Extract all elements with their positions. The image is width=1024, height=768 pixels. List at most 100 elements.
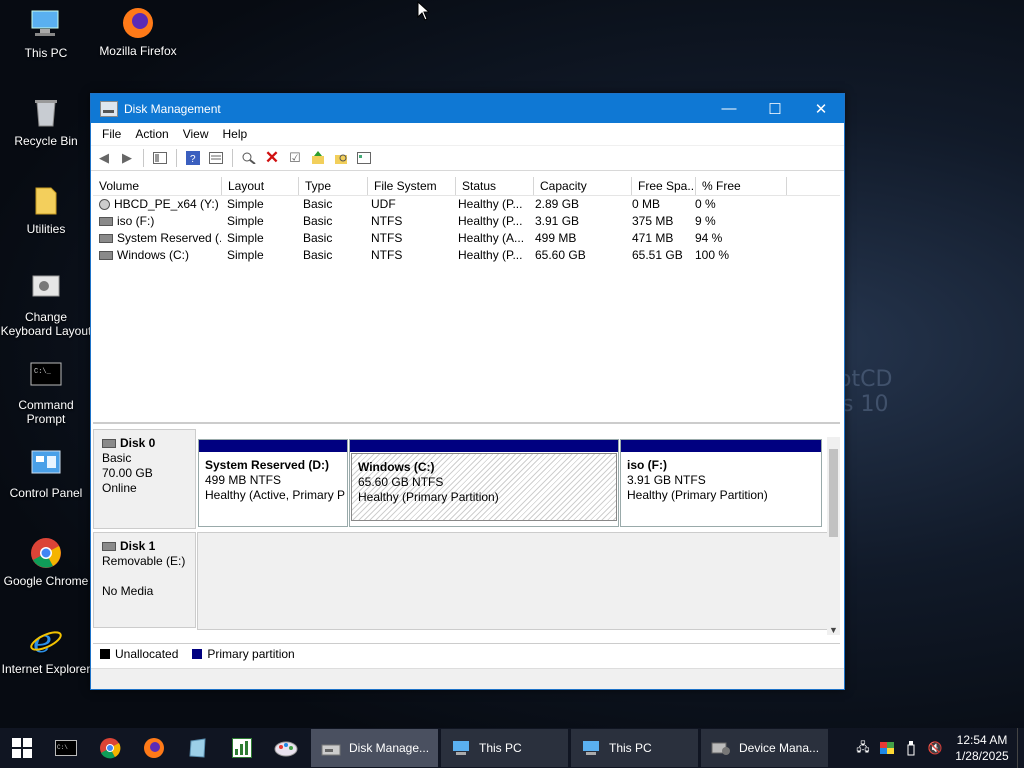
vertical-scrollbar[interactable]: ▼ xyxy=(827,437,840,635)
desktop-icon-label: Change Keyboard Layout xyxy=(0,310,92,338)
taskbar-window-this-pc-2[interactable]: This PC xyxy=(571,729,698,767)
document-icon xyxy=(189,738,206,758)
search-folder-icon[interactable] xyxy=(332,149,350,167)
forward-arrow-icon[interactable]: ▶ xyxy=(118,149,136,167)
taskbar-paint-app[interactable] xyxy=(264,728,308,768)
cell-type: Basic xyxy=(303,248,333,262)
table-row[interactable]: Windows (C:) Simple Basic NTFS Healthy (… xyxy=(93,247,840,264)
close-button[interactable]: ✕ xyxy=(798,94,844,123)
partition-name: iso (F:) xyxy=(627,458,667,472)
column-header-type[interactable]: Type xyxy=(299,177,368,195)
maximize-button[interactable]: ☐ xyxy=(752,94,798,123)
cell-layout: Simple xyxy=(227,214,264,228)
taskbar-chrome[interactable] xyxy=(88,728,132,768)
color-icon[interactable] xyxy=(875,742,899,754)
partition-iso[interactable]: iso (F:) 3.91 GB NTFS Healthy (Primary P… xyxy=(620,439,822,527)
desktop-icon-command-prompt[interactable]: C:\_ Command Prompt xyxy=(0,360,92,426)
delete-icon[interactable]: ✕ xyxy=(263,148,281,167)
computer-icon xyxy=(451,740,471,756)
firefox-icon xyxy=(121,6,155,40)
taskbar-command-prompt[interactable]: C:\ xyxy=(44,728,88,768)
internet-explorer-icon: e xyxy=(29,622,63,660)
back-arrow-icon[interactable]: ◀ xyxy=(95,149,113,167)
table-row[interactable]: HBCD_PE_x64 (Y:) Simple Basic UDF Health… xyxy=(93,196,840,213)
table-row[interactable]: System Reserved (... Simple Basic NTFS H… xyxy=(93,230,840,247)
minimize-button[interactable]: — xyxy=(706,94,752,123)
taskbar-explorer-pinned[interactable] xyxy=(176,728,220,768)
menu-help[interactable]: Help xyxy=(216,127,255,141)
desktop-icon-control-panel[interactable]: Control Panel xyxy=(0,448,92,500)
firefox-icon xyxy=(144,738,164,758)
desktop-icon-change-keyboard-layout[interactable]: Change Keyboard Layout xyxy=(0,272,92,338)
disk-management-app-icon xyxy=(100,100,118,117)
taskbar-window-disk-management[interactable]: Disk Manage... xyxy=(311,729,438,767)
properties-icon[interactable] xyxy=(355,149,373,167)
column-header-volume[interactable]: Volume xyxy=(93,177,222,195)
title-bar[interactable]: Disk Management — ☐ ✕ xyxy=(91,94,844,123)
check-icon[interactable]: ☑ xyxy=(286,149,304,167)
column-header-status[interactable]: Status xyxy=(456,177,534,195)
desktop-icon-internet-explorer[interactable]: e Internet Explorer xyxy=(0,622,92,676)
primary-partition-bar xyxy=(199,440,347,452)
volume-name: Windows (C:) xyxy=(117,248,190,262)
network-icon[interactable]: 🖧 xyxy=(851,738,875,759)
scrollbar-thumb[interactable] xyxy=(829,449,838,537)
column-header-file-system[interactable]: File System xyxy=(368,177,456,195)
disk-1-label[interactable]: Disk 1 Removable (E:) No Media xyxy=(93,532,196,628)
start-button[interactable] xyxy=(0,728,44,768)
partition-size: 65.60 GB NTFS xyxy=(358,475,444,489)
column-header-free-space[interactable]: Free Spa... xyxy=(632,177,696,195)
unallocated-swatch xyxy=(100,649,110,659)
legend-unallocated: Unallocated xyxy=(115,647,179,661)
menu-view[interactable]: View xyxy=(176,127,216,141)
desktop-icon-label: Recycle Bin xyxy=(14,134,78,148)
desktop-icon-recycle-bin[interactable]: Recycle Bin xyxy=(0,96,92,148)
desktop-icon-utilities[interactable]: Utilities xyxy=(0,184,92,236)
menu-file[interactable]: File xyxy=(95,127,128,141)
partition-windows[interactable]: Windows (C:) 65.60 GB NTFS Healthy (Prim… xyxy=(349,439,619,527)
usb-device-icon[interactable] xyxy=(899,740,923,756)
palette-icon xyxy=(274,741,298,757)
partition-status: Healthy (Active, Primary P xyxy=(205,488,346,502)
chrome-icon xyxy=(29,536,63,570)
keyboard-settings-icon xyxy=(29,272,63,306)
folder-icon xyxy=(29,184,63,218)
clock[interactable]: 12:54 AM 1/28/2025 xyxy=(947,732,1017,764)
desktop-icon-label: Internet Explorer xyxy=(1,662,91,676)
taskbar-chart-app[interactable] xyxy=(220,728,264,768)
column-header-capacity[interactable]: Capacity xyxy=(534,177,632,195)
menu-action[interactable]: Action xyxy=(128,127,175,141)
svg-text:?: ? xyxy=(190,154,196,165)
cell-layout: Simple xyxy=(227,231,264,245)
disk-1-state: No Media xyxy=(102,584,154,598)
volume-muted-icon[interactable]: 🔇 xyxy=(923,741,947,755)
disk-0-label[interactable]: Disk 0 Basic 70.00 GB Online xyxy=(93,429,196,529)
computer-icon xyxy=(29,8,63,42)
column-header-layout[interactable]: Layout xyxy=(222,177,299,195)
column-header-percent-free[interactable]: % Free xyxy=(696,177,787,195)
chevron-down-icon[interactable]: ▼ xyxy=(829,625,838,635)
show-hide-console-tree-icon[interactable] xyxy=(151,149,169,167)
desktop-icon-label: Control Panel xyxy=(9,486,83,500)
status-bar xyxy=(91,668,844,689)
terminal-icon: C:\ xyxy=(55,740,77,756)
toolbar: ◀ ▶ ? ✕ ☑ xyxy=(91,146,844,171)
taskbar-window-device-manager[interactable]: Device Mana... xyxy=(701,729,828,767)
primary-partition-bar xyxy=(350,440,618,452)
properties-list-icon[interactable] xyxy=(207,149,225,167)
taskbar-window-this-pc-1[interactable]: This PC xyxy=(441,729,568,767)
table-row[interactable]: iso (F:) Simple Basic NTFS Healthy (P...… xyxy=(93,213,840,230)
desktop-icon-this-pc[interactable]: This PC xyxy=(0,8,92,60)
folder-up-icon[interactable] xyxy=(309,149,327,167)
cell-free-space: 471 MB xyxy=(632,231,674,245)
partition-system-reserved[interactable]: System Reserved (D:) 499 MB NTFS Healthy… xyxy=(198,439,348,527)
help-icon[interactable]: ? xyxy=(184,149,202,167)
show-desktop-button[interactable] xyxy=(1017,728,1024,768)
disk-0-state: Online xyxy=(102,481,137,495)
desktop-icon-google-chrome[interactable]: Google Chrome xyxy=(0,536,92,588)
desktop-icon-firefox[interactable]: Mozilla Firefox xyxy=(92,6,184,58)
taskbar-firefox[interactable] xyxy=(132,728,176,768)
volume-list-header: Volume Layout Type File System Status Ca… xyxy=(93,177,840,196)
chart-icon xyxy=(232,738,252,758)
connect-icon[interactable] xyxy=(240,149,258,167)
